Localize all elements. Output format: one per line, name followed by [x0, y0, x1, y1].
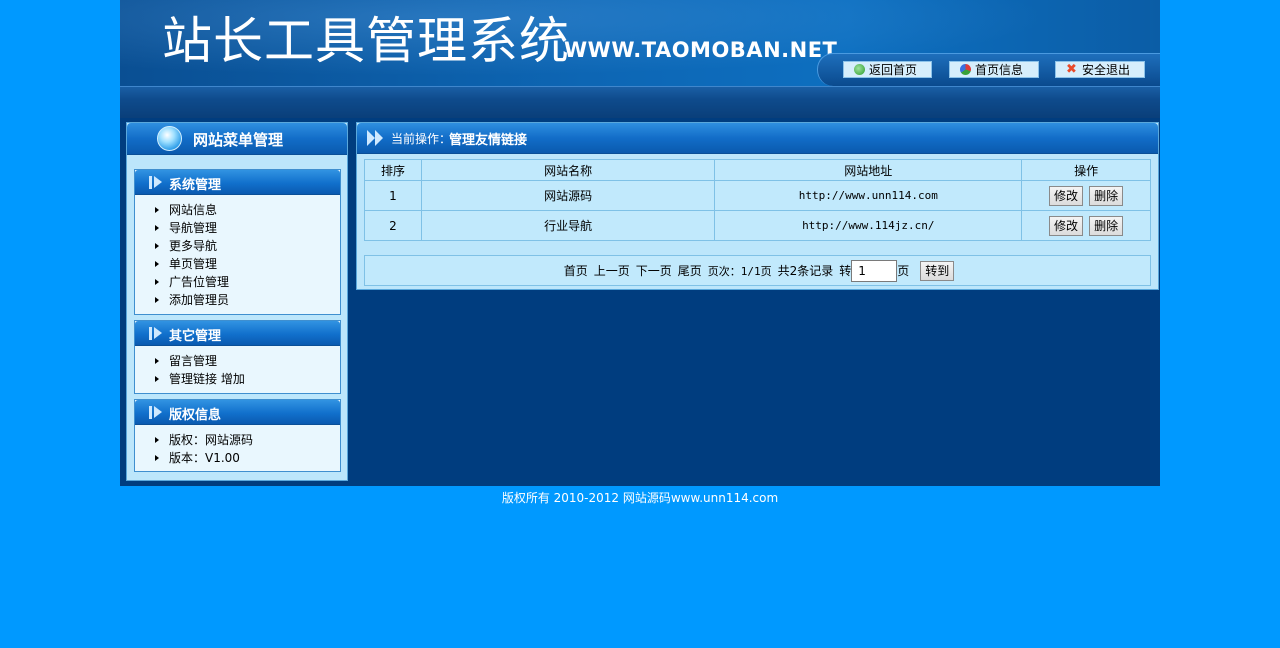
- cell-name: 网站源码: [420, 180, 716, 211]
- menu-copyright-header[interactable]: 版权信息: [135, 400, 340, 425]
- close-icon: ✖: [1066, 62, 1077, 77]
- pager-prev[interactable]: 上一页: [594, 262, 630, 279]
- table-row: 2 行业导航 http://www.114jz.cn/ 修改 删除: [364, 210, 1151, 241]
- delete-button[interactable]: 删除: [1089, 185, 1124, 206]
- menu-copyright: 版权信息 版权：网站源码 版本：V1.00: [134, 399, 341, 472]
- sidebar-item-links[interactable]: 管理链接 增加: [155, 370, 340, 388]
- pie-chart-icon: [960, 64, 971, 75]
- sidebar-item-ad-slots[interactable]: 广告位管理: [155, 273, 340, 291]
- bullet-icon: [155, 297, 159, 303]
- pagination: 首页 上一页 下一页 尾页 页次：1/1页 共2条记录 转 页 转到: [364, 255, 1151, 286]
- cell-actions: 修改 删除: [1021, 180, 1151, 211]
- sidebar-item-messages[interactable]: 留言管理: [155, 352, 340, 370]
- pager-total: 共2条记录: [777, 264, 834, 278]
- sidebar-item-label: 单页管理: [169, 257, 218, 271]
- version-info: 版本：V1.00: [155, 449, 340, 467]
- pager-page-suffix: 页: [897, 264, 910, 278]
- links-table: 排序 网站名称 网站地址 操作 1 网站源码 http://www.unn114…: [364, 159, 1151, 241]
- edit-button[interactable]: 修改: [1049, 215, 1084, 236]
- admin-frame: 站长工具管理系统 WWW.TAOMOBAN.NET 返回首页 首页信息 ✖ 安全…: [120, 0, 1160, 486]
- cell-url: http://www.114jz.cn/: [714, 210, 1023, 241]
- sidebar-item-single-page[interactable]: 单页管理: [155, 255, 340, 273]
- bullet-icon: [155, 437, 159, 443]
- cell-order: 1: [364, 180, 422, 211]
- cell-actions: 修改 删除: [1021, 210, 1151, 241]
- menu-copyright-title: 版权信息: [169, 408, 222, 423]
- cell-url: http://www.unn114.com: [714, 180, 1023, 211]
- bullet-icon: [155, 261, 159, 267]
- menu-other-header[interactable]: 其它管理: [135, 321, 340, 346]
- main-header: 当前操作： 管理友情链接: [357, 123, 1158, 154]
- pager-page-info: 页次：1/1页: [707, 264, 772, 278]
- home-info-button[interactable]: 首页信息: [949, 61, 1039, 78]
- sidebar-item-label: 添加管理员: [169, 293, 230, 307]
- cell-order: 2: [364, 210, 422, 241]
- play-arrow-icon: [149, 176, 163, 189]
- bullet-icon: [155, 207, 159, 213]
- menu-other: 其它管理 留言管理 管理链接 增加: [134, 320, 341, 394]
- pager-last[interactable]: 尾页: [678, 262, 702, 279]
- back-home-label: 返回首页: [869, 63, 918, 77]
- sidebar-item-site-info[interactable]: 网站信息: [155, 201, 340, 219]
- logout-label: 安全退出: [1082, 63, 1131, 77]
- version-label: 版本：V1.00: [169, 451, 240, 465]
- bullet-icon: [155, 455, 159, 461]
- breadcrumb-prefix: 当前操作：: [391, 132, 452, 146]
- pager-next[interactable]: 下一页: [636, 262, 672, 279]
- edit-button[interactable]: 修改: [1049, 185, 1084, 206]
- sidebar: 网站菜单管理 系统管理 网站信息 导航管理 更多导航 单页管理 广告位管理 添加…: [126, 122, 348, 481]
- copyright-owner-label: 版权：网站源码: [169, 433, 254, 447]
- header-banner: 站长工具管理系统 WWW.TAOMOBAN.NET 返回首页 首页信息 ✖ 安全…: [120, 0, 1160, 86]
- copyright-owner: 版权：网站源码: [155, 431, 340, 449]
- menu-system: 系统管理 网站信息 导航管理 更多导航 单页管理 广告位管理 添加管理员: [134, 169, 341, 315]
- sidebar-item-nav-manage[interactable]: 导航管理: [155, 219, 340, 237]
- back-home-button[interactable]: 返回首页: [843, 61, 932, 78]
- bullet-icon: [155, 358, 159, 364]
- footer-copyright: 版权所有 2010-2012 网站源码www.unn114.com: [501, 491, 779, 505]
- double-arrow-icon: [367, 130, 387, 146]
- table-header-row: 排序 网站名称 网站地址 操作: [364, 159, 1151, 181]
- cell-name: 行业导航: [420, 210, 716, 241]
- pager-first[interactable]: 首页: [564, 262, 588, 279]
- site-title: 站长工具管理系统: [162, 12, 570, 70]
- sidebar-item-label: 导航管理: [169, 221, 218, 235]
- col-header-url: 网站地址: [714, 159, 1023, 181]
- sidebar-item-more-nav[interactable]: 更多导航: [155, 237, 340, 255]
- sidebar-header: 网站菜单管理: [127, 123, 347, 155]
- sidebar-item-add-admin[interactable]: 添加管理员: [155, 291, 340, 309]
- col-header-order: 排序: [364, 159, 422, 181]
- menu-other-title: 其它管理: [169, 329, 222, 344]
- bullet-icon: [155, 279, 159, 285]
- breadcrumb-current: 管理友情链接: [449, 133, 528, 148]
- sidebar-item-label: 管理链接 增加: [169, 372, 245, 386]
- sidebar-title: 网站菜单管理: [193, 131, 284, 149]
- sidebar-item-label: 网站信息: [169, 203, 218, 217]
- menu-system-header[interactable]: 系统管理: [135, 170, 340, 195]
- header-band: [120, 86, 1160, 118]
- col-header-action: 操作: [1021, 159, 1151, 181]
- logout-button[interactable]: ✖ 安全退出: [1055, 61, 1145, 78]
- goto-button[interactable]: 转到: [920, 260, 955, 281]
- table-row: 1 网站源码 http://www.unn114.com 修改 删除: [364, 180, 1151, 211]
- bullet-icon: [155, 243, 159, 249]
- site-url: WWW.TAOMOBAN.NET: [564, 38, 838, 62]
- play-arrow-icon: [149, 327, 163, 340]
- page-number-input[interactable]: [851, 259, 898, 282]
- sidebar-item-label: 更多导航: [169, 239, 218, 253]
- sidebar-item-label: 广告位管理: [169, 275, 230, 289]
- menu-system-title: 系统管理: [169, 178, 222, 193]
- home-info-label: 首页信息: [975, 63, 1024, 77]
- pager-goto-prefix: 转: [839, 264, 852, 278]
- main-panel: 当前操作： 管理友情链接 排序 网站名称 网站地址 操作 1 网站源码 http…: [356, 122, 1159, 290]
- delete-button[interactable]: 删除: [1089, 215, 1124, 236]
- bullet-icon: [155, 225, 159, 231]
- sidebar-item-label: 留言管理: [169, 354, 218, 368]
- col-header-name: 网站名称: [420, 159, 716, 181]
- globe-icon: [157, 126, 182, 151]
- bullet-icon: [155, 376, 159, 382]
- play-arrow-icon: [149, 406, 163, 419]
- refresh-icon: [854, 64, 865, 75]
